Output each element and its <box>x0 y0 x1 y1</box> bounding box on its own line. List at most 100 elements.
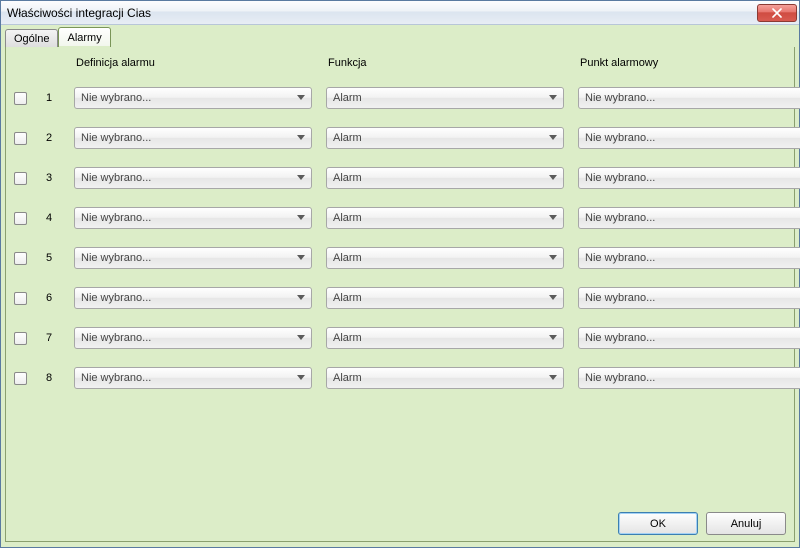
point-combo[interactable]: Nie wybrano... <box>578 167 800 189</box>
function-combo[interactable]: Alarm <box>326 247 564 269</box>
row-number: 5 <box>46 252 60 264</box>
combo-text: Alarm <box>333 172 547 184</box>
function-combo[interactable]: Alarm <box>326 287 564 309</box>
combo-text: Alarm <box>333 292 547 304</box>
tabs-strip: Ogólne Alarmy <box>1 25 799 47</box>
combo-text: Alarm <box>333 92 547 104</box>
combo-text: Nie wybrano... <box>585 252 799 264</box>
point-combo[interactable]: Nie wybrano... <box>578 367 800 389</box>
row-checkbox[interactable] <box>14 332 27 345</box>
tab-general-label: Ogólne <box>14 33 49 45</box>
close-button[interactable] <box>757 4 797 22</box>
combo-text: Nie wybrano... <box>81 92 295 104</box>
chevron-down-icon <box>295 368 307 388</box>
chevron-down-icon <box>547 328 559 348</box>
chevron-down-icon <box>295 168 307 188</box>
combo-text: Alarm <box>333 132 547 144</box>
chevron-down-icon <box>295 128 307 148</box>
point-combo[interactable]: Nie wybrano... <box>578 207 800 229</box>
definition-combo[interactable]: Nie wybrano... <box>74 167 312 189</box>
ok-button[interactable]: OK <box>618 512 698 535</box>
combo-text: Nie wybrano... <box>81 252 295 264</box>
chevron-down-icon <box>295 248 307 268</box>
combo-text: Nie wybrano... <box>81 212 295 224</box>
dialog-footer: OK Anuluj <box>14 504 786 535</box>
combo-text: Alarm <box>333 372 547 384</box>
alarm-grid: Definicja alarmu Funkcja Punkt alarmowy … <box>14 57 786 389</box>
combo-text: Nie wybrano... <box>81 132 295 144</box>
chevron-down-icon <box>295 88 307 108</box>
row-checkbox[interactable] <box>14 132 27 145</box>
function-combo[interactable]: Alarm <box>326 127 564 149</box>
definition-combo[interactable]: Nie wybrano... <box>74 207 312 229</box>
definition-combo[interactable]: Nie wybrano... <box>74 287 312 309</box>
chevron-down-icon <box>547 368 559 388</box>
chevron-down-icon <box>295 328 307 348</box>
definition-combo[interactable]: Nie wybrano... <box>74 127 312 149</box>
combo-text: Nie wybrano... <box>585 372 799 384</box>
definition-combo[interactable]: Nie wybrano... <box>74 247 312 269</box>
tab-alarms-label: Alarmy <box>67 32 101 44</box>
function-combo[interactable]: Alarm <box>326 87 564 109</box>
titlebar: Właściwości integracji Cias <box>1 1 799 25</box>
cancel-button-label: Anuluj <box>731 518 762 530</box>
combo-text: Nie wybrano... <box>81 332 295 344</box>
row-checkbox[interactable] <box>14 212 27 225</box>
close-icon <box>772 8 782 18</box>
row-checkbox[interactable] <box>14 292 27 305</box>
combo-text: Nie wybrano... <box>81 172 295 184</box>
row-number: 6 <box>46 292 60 304</box>
function-combo[interactable]: Alarm <box>326 207 564 229</box>
combo-text: Nie wybrano... <box>585 132 799 144</box>
point-combo[interactable]: Nie wybrano... <box>578 127 800 149</box>
combo-text: Nie wybrano... <box>585 332 799 344</box>
chevron-down-icon <box>547 288 559 308</box>
combo-text: Nie wybrano... <box>81 372 295 384</box>
cancel-button[interactable]: Anuluj <box>706 512 786 535</box>
row-checkbox[interactable] <box>14 172 27 185</box>
row-number: 2 <box>46 132 60 144</box>
tab-alarms[interactable]: Alarmy <box>58 27 110 47</box>
combo-text: Alarm <box>333 332 547 344</box>
chevron-down-icon <box>295 208 307 228</box>
combo-text: Nie wybrano... <box>585 92 799 104</box>
window-title: Właściwości integracji Cias <box>7 6 757 20</box>
row-number: 1 <box>46 92 60 104</box>
chevron-down-icon <box>547 128 559 148</box>
combo-text: Nie wybrano... <box>585 172 799 184</box>
combo-text: Nie wybrano... <box>81 292 295 304</box>
ok-button-label: OK <box>650 518 666 530</box>
header-function: Funkcja <box>326 57 564 69</box>
chevron-down-icon <box>547 248 559 268</box>
tab-general[interactable]: Ogólne <box>5 29 58 47</box>
chevron-down-icon <box>547 168 559 188</box>
combo-text: Alarm <box>333 212 547 224</box>
point-combo[interactable]: Nie wybrano... <box>578 287 800 309</box>
function-combo[interactable]: Alarm <box>326 367 564 389</box>
function-combo[interactable]: Alarm <box>326 167 564 189</box>
row-number: 4 <box>46 212 60 224</box>
tab-content: Definicja alarmu Funkcja Punkt alarmowy … <box>5 46 795 542</box>
chevron-down-icon <box>295 288 307 308</box>
function-combo[interactable]: Alarm <box>326 327 564 349</box>
row-number: 7 <box>46 332 60 344</box>
row-number: 8 <box>46 372 60 384</box>
row-checkbox[interactable] <box>14 252 27 265</box>
definition-combo[interactable]: Nie wybrano... <box>74 327 312 349</box>
definition-combo[interactable]: Nie wybrano... <box>74 367 312 389</box>
chevron-down-icon <box>547 208 559 228</box>
dialog-window: Właściwości integracji Cias Ogólne Alarm… <box>0 0 800 548</box>
row-checkbox[interactable] <box>14 92 27 105</box>
combo-text: Nie wybrano... <box>585 212 799 224</box>
point-combo[interactable]: Nie wybrano... <box>578 87 800 109</box>
header-definition: Definicja alarmu <box>74 57 312 69</box>
combo-text: Nie wybrano... <box>585 292 799 304</box>
point-combo[interactable]: Nie wybrano... <box>578 327 800 349</box>
chevron-down-icon <box>547 88 559 108</box>
header-point: Punkt alarmowy <box>578 57 800 69</box>
definition-combo[interactable]: Nie wybrano... <box>74 87 312 109</box>
row-checkbox[interactable] <box>14 372 27 385</box>
point-combo[interactable]: Nie wybrano... <box>578 247 800 269</box>
row-number: 3 <box>46 172 60 184</box>
combo-text: Alarm <box>333 252 547 264</box>
